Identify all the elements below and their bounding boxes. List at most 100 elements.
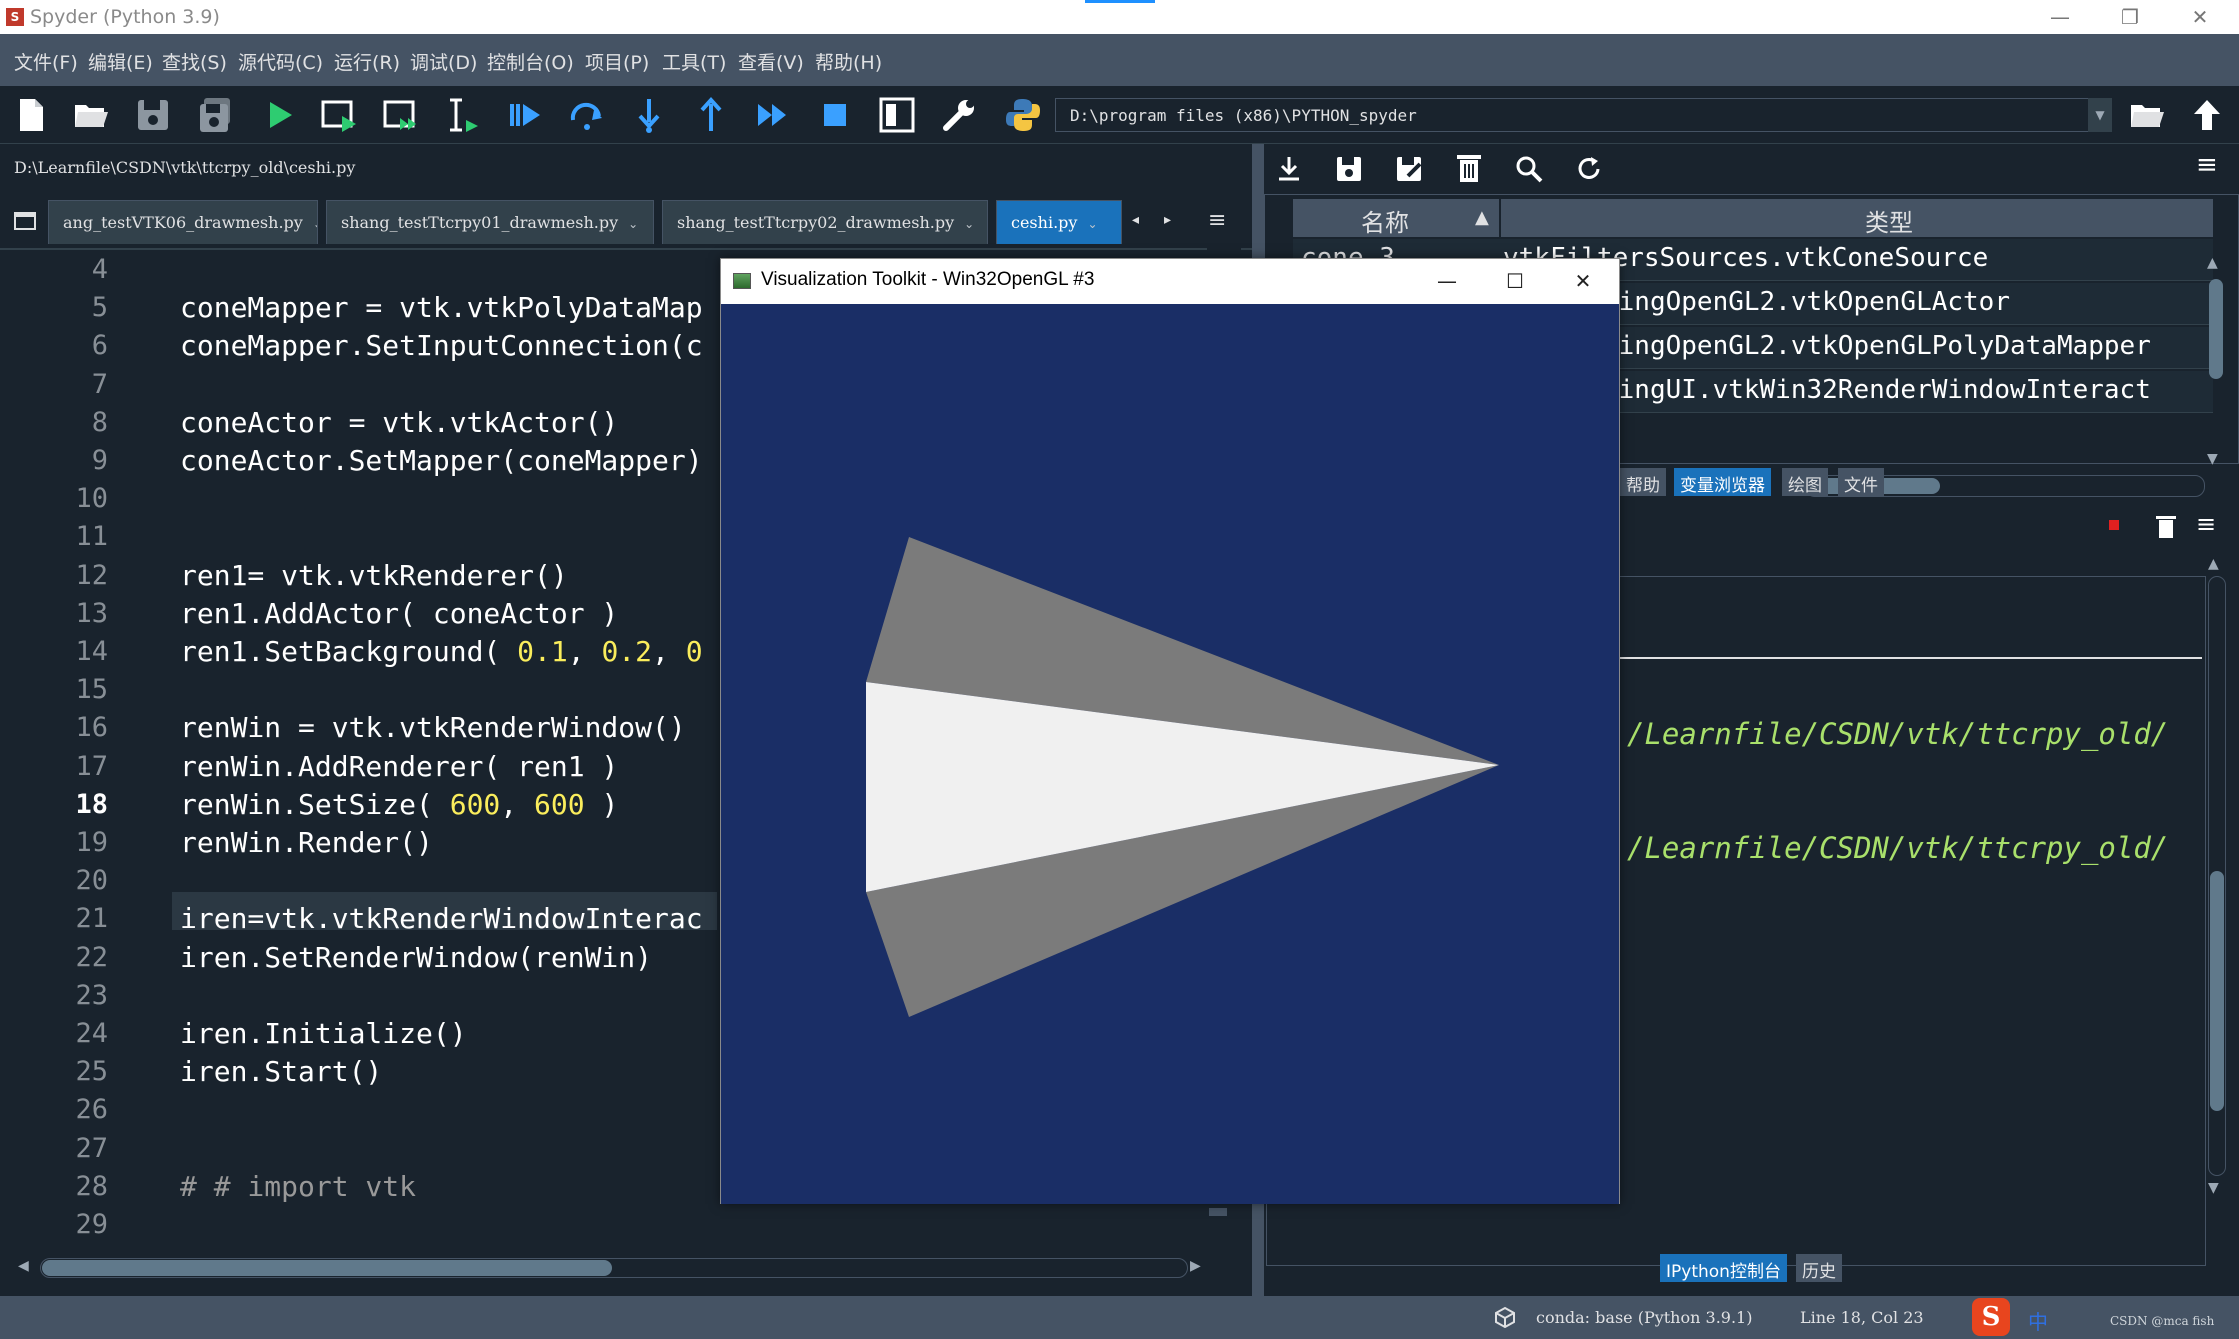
- remove-all-icon[interactable]: [1454, 152, 1484, 188]
- code-text: coneMapper.SetInputConnection(c: [180, 329, 703, 363]
- menu-file[interactable]: 文件(F): [14, 48, 78, 75]
- scroll-thumb[interactable]: [42, 1260, 612, 1276]
- run-selection-icon[interactable]: [442, 94, 484, 136]
- variable-table-vertical-scrollbar[interactable]: ▲ ▼: [2205, 255, 2227, 475]
- close-tab-icon[interactable]: ⌄: [313, 217, 317, 231]
- options-menu-icon[interactable]: ≡: [2196, 510, 2216, 538]
- run-icon[interactable]: [258, 94, 300, 136]
- menu-help[interactable]: 帮助(H): [815, 48, 882, 75]
- save-as-icon[interactable]: [1394, 154, 1424, 188]
- menu-edit[interactable]: 编辑(E): [88, 48, 153, 75]
- console-tab-bar: IPython控制台 历史: [1264, 1248, 2239, 1288]
- sort-ascending-icon[interactable]: ▲: [1475, 207, 1489, 228]
- tab-help[interactable]: 帮助: [1620, 468, 1666, 496]
- clear-console-icon[interactable]: [2154, 514, 2178, 544]
- line-number: 28: [75, 1170, 108, 1202]
- step-icon[interactable]: [566, 94, 608, 136]
- restore-button[interactable]: ❐: [2100, 2, 2160, 32]
- editor-tab[interactable]: shang_testTtcrpy02_drawmesh.py ⌄: [662, 200, 988, 244]
- column-header-name[interactable]: 名称: [1361, 203, 1409, 238]
- scroll-tabs-left-icon[interactable]: ◂: [1132, 212, 1139, 228]
- folder-open-icon[interactable]: [2126, 94, 2168, 136]
- python-path-icon[interactable]: [1002, 94, 1044, 136]
- stop-icon[interactable]: [814, 94, 856, 136]
- vtk-render-canvas[interactable]: [721, 304, 1619, 1204]
- code-line: iren.Initialize(): [180, 1017, 467, 1050]
- menu-search[interactable]: 查找(S): [162, 48, 227, 75]
- maximize-pane-icon[interactable]: [876, 94, 918, 136]
- menu-source[interactable]: 源代码(C): [238, 48, 323, 75]
- scroll-up-icon[interactable]: ▲: [2207, 255, 2218, 271]
- arrow-up-icon[interactable]: [2186, 94, 2228, 136]
- chevron-down-icon[interactable]: ▼: [2088, 98, 2112, 132]
- scroll-down-icon[interactable]: [1209, 1208, 1227, 1226]
- refresh-icon[interactable]: [1574, 154, 1604, 188]
- save-icon[interactable]: [132, 94, 174, 136]
- menu-tools[interactable]: 工具(T): [662, 48, 726, 75]
- scroll-down-icon[interactable]: ▼: [2208, 1180, 2219, 1196]
- line-number: 19: [75, 827, 108, 858]
- search-icon[interactable]: [1514, 154, 1544, 188]
- scroll-tabs-right-icon[interactable]: ▸: [1164, 212, 1171, 228]
- vtk-minimize-button[interactable]: —: [1427, 265, 1467, 297]
- save-all-icon[interactable]: [194, 94, 236, 136]
- new-file-icon[interactable]: [10, 94, 52, 136]
- conda-env-icon: [1494, 1306, 1516, 1332]
- close-tab-icon[interactable]: ⌄: [1087, 217, 1097, 231]
- working-directory-field[interactable]: D:\program files (x86)\PYTHON_spyder: [1055, 98, 2095, 132]
- preferences-icon[interactable]: [938, 94, 980, 136]
- editor-tab[interactable]: shang_testTtcrpy01_drawmesh.py ⌄: [326, 200, 654, 244]
- scroll-left-icon[interactable]: ◀: [18, 1258, 29, 1274]
- close-tab-icon[interactable]: ⌄: [628, 217, 638, 231]
- step-into-icon[interactable]: [628, 94, 670, 136]
- menu-projects[interactable]: 项目(P): [585, 48, 649, 75]
- save-data-icon[interactable]: [1334, 154, 1364, 188]
- stop-kernel-icon[interactable]: [2109, 520, 2119, 530]
- step-return-icon[interactable]: [690, 94, 732, 136]
- line-number: 6: [91, 330, 108, 362]
- minimize-button[interactable]: —: [2030, 2, 2090, 32]
- menu-debug[interactable]: 调试(D): [410, 48, 477, 75]
- column-header-type[interactable]: 类型: [1865, 203, 1913, 238]
- continue-icon[interactable]: [752, 94, 794, 136]
- menu-run[interactable]: 运行(R): [334, 48, 400, 75]
- editor-tab[interactable]: ang_testVTK06_drawmesh.py ⌄: [48, 200, 318, 244]
- open-folder-icon[interactable]: [70, 94, 112, 136]
- editor-tab-active[interactable]: ceshi.py ⌄: [996, 200, 1122, 244]
- menu-view[interactable]: 查看(V): [738, 48, 804, 75]
- close-button[interactable]: ✕: [2170, 2, 2230, 32]
- debug-icon[interactable]: [504, 94, 546, 136]
- tab-files[interactable]: 文件: [1838, 468, 1884, 496]
- vtk-window-titlebar[interactable]: Visualization Toolkit - Win32OpenGL #3 —…: [721, 259, 1619, 303]
- vtk-maximize-button[interactable]: ☐: [1495, 265, 1535, 297]
- options-menu-icon[interactable]: ≡: [2196, 150, 2218, 180]
- code-text: ren1.AddActor( coneActor ): [180, 596, 619, 630]
- code-text: coneActor = vtk.vtkActor(): [180, 405, 619, 439]
- console-vertical-scrollbar[interactable]: ▲ ▼: [2206, 556, 2228, 1196]
- ime-mode[interactable]: 中: [2028, 1306, 2048, 1335]
- line-number: 18: [75, 788, 108, 820]
- tab-history[interactable]: 历史: [1796, 1254, 1842, 1282]
- vtk-close-button[interactable]: ✕: [1563, 265, 1603, 297]
- close-tab-icon[interactable]: ⌄: [964, 217, 974, 231]
- tab-variable-explorer[interactable]: 变量浏览器: [1674, 468, 1771, 496]
- browse-tabs-icon[interactable]: [14, 212, 36, 230]
- spyder-icon: S: [6, 8, 24, 26]
- titlebar-accent: [1085, 0, 1155, 3]
- code-text: ): [584, 787, 619, 821]
- scroll-thumb[interactable]: [2210, 871, 2224, 1111]
- tab-ipython-console[interactable]: IPython控制台: [1660, 1254, 1787, 1282]
- import-data-icon[interactable]: [1274, 154, 1304, 188]
- tab-plots[interactable]: 绘图: [1782, 468, 1828, 496]
- options-menu-icon[interactable]: ≡: [1208, 208, 1226, 233]
- run-cell-icon[interactable]: [318, 94, 360, 136]
- scroll-right-icon[interactable]: ▶: [1190, 1258, 1201, 1274]
- scroll-thumb[interactable]: [2209, 279, 2223, 379]
- ime-logo-icon[interactable]: S: [1972, 1298, 2010, 1336]
- vtk-render-window[interactable]: Visualization Toolkit - Win32OpenGL #3 —…: [720, 258, 1620, 1204]
- code-line: coneActor = vtk.vtkActor(): [180, 406, 618, 439]
- menu-console[interactable]: 控制台(O): [487, 48, 574, 75]
- editor-horizontal-scrollbar[interactable]: ◀ ▶: [12, 1254, 1202, 1282]
- scroll-up-icon[interactable]: ▲: [2208, 556, 2219, 572]
- run-cell-advance-icon[interactable]: [380, 94, 422, 136]
